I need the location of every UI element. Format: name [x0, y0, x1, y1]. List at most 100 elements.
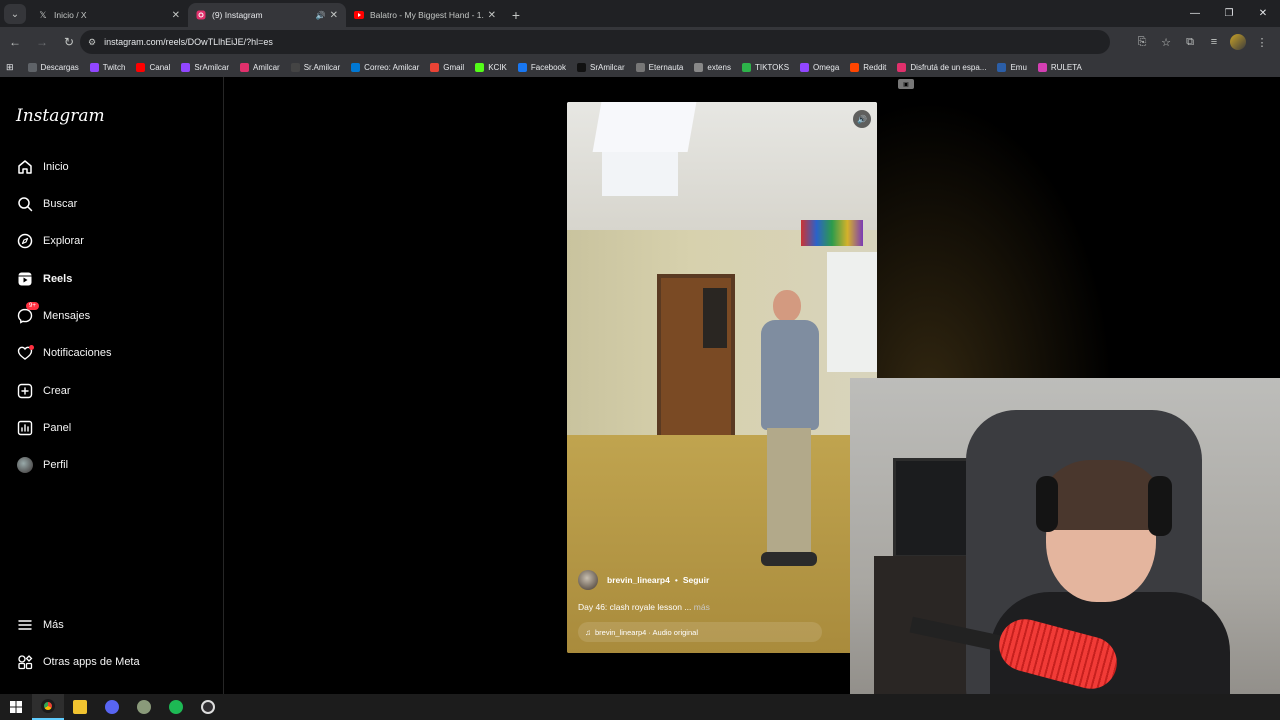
- bookmark-item[interactable]: Gmail: [430, 62, 464, 72]
- webcam-overlay: [850, 378, 1280, 720]
- close-icon[interactable]: ✕: [330, 10, 338, 21]
- browser-tab-x[interactable]: 𝕏 Inicio / X ✕: [30, 3, 188, 27]
- bookmark-item[interactable]: Disfrutá de un espa...: [897, 62, 986, 72]
- nav-mas[interactable]: Más: [16, 614, 64, 636]
- profile-avatar[interactable]: [1230, 34, 1246, 50]
- bookmark-favicon-icon: [351, 62, 361, 72]
- video-whiteboard: [827, 252, 877, 372]
- new-tab-button[interactable]: +: [504, 3, 528, 27]
- bookmark-item[interactable]: TIKTOKS: [741, 62, 789, 72]
- chrome-profile-taskbar-icon[interactable]: [96, 694, 128, 720]
- nav-explorar[interactable]: Explorar: [16, 230, 84, 252]
- reload-icon[interactable]: ↻: [57, 30, 81, 54]
- nav-label: Inicio: [43, 161, 69, 173]
- media-controls-icon[interactable]: ≡: [1202, 30, 1226, 54]
- close-window-icon[interactable]: ✕: [1246, 0, 1280, 26]
- unread-badge: 9+: [26, 302, 39, 310]
- bookmark-item[interactable]: Twitch: [89, 62, 125, 72]
- menu-icon: [16, 616, 34, 634]
- nav-label: Notificaciones: [43, 347, 112, 359]
- bookmark-item[interactable]: extens: [694, 62, 731, 72]
- star-icon[interactable]: ☆: [1154, 30, 1178, 54]
- nav-perfil[interactable]: Perfil: [16, 454, 68, 476]
- caption-more-link[interactable]: más: [694, 602, 710, 612]
- video-ceiling-light: [602, 152, 678, 196]
- nav-mensajes[interactable]: 9+ Mensajes: [16, 302, 91, 327]
- bookmark-item[interactable]: Facebook: [517, 62, 566, 72]
- bookmark-item[interactable]: Sr.Amilcar: [290, 62, 340, 72]
- bookmark-item[interactable]: Eternauta: [635, 62, 683, 72]
- tab-title: Balatro - My Biggest Hand - 1.5: [370, 10, 484, 20]
- spotify-icon[interactable]: [160, 694, 192, 720]
- forward-arrow-icon[interactable]: →: [30, 30, 54, 54]
- back-arrow-icon[interactable]: ←: [3, 30, 27, 54]
- install-app-icon[interactable]: ⎘: [1130, 30, 1154, 54]
- close-icon[interactable]: ✕: [172, 10, 180, 21]
- browser-tab-instagram[interactable]: (9) Instagram 🔊 ✕: [188, 3, 346, 27]
- bookmark-item[interactable]: KCIK: [475, 62, 507, 72]
- extensions-icon[interactable]: ⧉: [1178, 30, 1202, 54]
- nav-label: Mensajes: [43, 310, 91, 322]
- reel-video[interactable]: 🔊 brevin_linearp4 • Seguir Day 46: clash…: [567, 102, 877, 653]
- file-explorer-icon[interactable]: [64, 694, 96, 720]
- nav-buscar[interactable]: Buscar: [16, 193, 77, 215]
- instagram-sidebar: Instagram Inicio Buscar Explorar Reels 9…: [0, 77, 224, 694]
- address-bar[interactable]: ⚙ instagram.com/reels/DOwTLlhEiJE/?hl=es: [80, 30, 1110, 54]
- audio-label: brevin_linearp4 · Audio original: [595, 627, 698, 637]
- bookmark-item[interactable]: Correo: Amilcar: [351, 62, 420, 72]
- bookmark-item[interactable]: RULETA: [1037, 62, 1082, 72]
- author-username[interactable]: brevin_linearp4: [607, 575, 670, 585]
- bookmark-favicon-icon: [850, 62, 860, 72]
- chrome-taskbar-icon[interactable]: [32, 694, 64, 720]
- bookmark-item[interactable]: SrAmilcar: [577, 62, 625, 72]
- bookmark-label: Amilcar: [253, 62, 280, 72]
- restore-icon[interactable]: ❐: [1212, 0, 1246, 26]
- author-avatar[interactable]: [578, 570, 598, 590]
- bookmark-favicon-icon: [1037, 62, 1047, 72]
- plus-square-icon: [16, 382, 34, 400]
- more-vert-icon[interactable]: ⋮: [1250, 30, 1274, 54]
- notification-dot: [29, 345, 34, 350]
- minimize-icon[interactable]: —: [1178, 0, 1212, 26]
- bookmark-item[interactable]: Omega: [800, 62, 839, 72]
- video-ceiling-light: [592, 102, 697, 152]
- speaker-icon[interactable]: 🔊: [316, 11, 326, 20]
- nav-inicio[interactable]: Inicio: [16, 156, 69, 178]
- bookmark-label: Reddit: [863, 62, 887, 72]
- bookmark-label: KCIK: [488, 62, 507, 72]
- pip-icon[interactable]: ▣: [898, 79, 914, 89]
- bookmark-item[interactable]: Amilcar: [240, 62, 280, 72]
- bookmark-item[interactable]: Reddit: [850, 62, 887, 72]
- nav-panel[interactable]: Panel: [16, 417, 71, 439]
- bookmark-label: Facebook: [530, 62, 566, 72]
- close-icon[interactable]: ✕: [488, 10, 496, 21]
- apps-grid-icon[interactable]: ⊞: [6, 62, 14, 73]
- nav-reels[interactable]: Reels: [16, 268, 72, 290]
- meta-apps-icon: [16, 653, 34, 671]
- volume-icon[interactable]: 🔊: [853, 110, 871, 128]
- bookmark-favicon-icon: [475, 62, 485, 72]
- tab-search-button[interactable]: ⌄: [4, 4, 26, 24]
- bookmark-favicon-icon: [741, 62, 751, 72]
- instagram-logo[interactable]: Instagram: [16, 106, 105, 126]
- follow-button[interactable]: Seguir: [683, 575, 709, 585]
- bookmark-item[interactable]: Emu: [997, 62, 1027, 72]
- reel-audio[interactable]: ♫ brevin_linearp4 · Audio original: [578, 622, 822, 642]
- bookmark-item[interactable]: Canal: [136, 62, 170, 72]
- obs-icon[interactable]: [192, 694, 224, 720]
- url-text: instagram.com/reels/DOwTLlhEiJE/?hl=es: [104, 37, 273, 47]
- bookmark-item[interactable]: SrAmilcar: [181, 62, 229, 72]
- bookmark-label: Correo: Amilcar: [364, 62, 420, 72]
- nav-crear[interactable]: Crear: [16, 380, 71, 402]
- windows-start-icon[interactable]: [0, 694, 32, 720]
- browser-tab-youtube[interactable]: Balatro - My Biggest Hand - 1.5 ✕: [346, 3, 504, 27]
- nav-notificaciones[interactable]: Notificaciones: [16, 342, 111, 364]
- app-taskbar-icon[interactable]: [128, 694, 160, 720]
- bookmark-favicon-icon: [430, 62, 440, 72]
- music-note-icon: ♫: [585, 627, 591, 637]
- site-info-icon[interactable]: ⚙: [88, 37, 96, 48]
- compass-icon: [16, 232, 34, 250]
- nav-label: Crear: [43, 385, 71, 397]
- nav-otras-apps-meta[interactable]: Otras apps de Meta: [16, 651, 140, 673]
- bookmark-item[interactable]: Descargas: [27, 62, 79, 72]
